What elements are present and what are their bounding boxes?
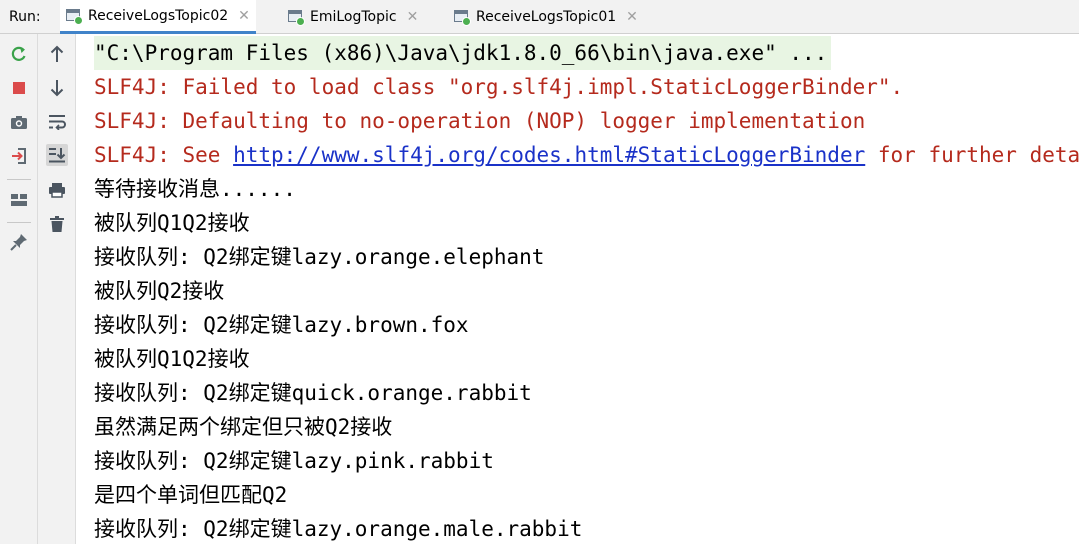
run-toolbar-secondary [38,34,76,544]
tab-receive-logs-topic02[interactable]: ReceiveLogsTopic02 ✕ [60,0,256,34]
console-output-line: 被队列Q1Q2接收 [94,211,250,235]
tab-receive-logs-topic01[interactable]: ReceiveLogsTopic01 ✕ [448,0,644,34]
console-output-line: 是四个单词但匹配Q2 [94,483,288,507]
run-toolbar-primary [0,34,38,544]
console-output-line: 接收队列: Q2绑定键lazy.orange.elephant [94,245,545,269]
console-output-line: 被队列Q2接收 [94,279,225,303]
arrow-down-icon[interactable] [46,77,68,99]
print-icon[interactable] [46,179,68,201]
close-icon[interactable]: ✕ [407,9,419,25]
arrow-up-icon[interactable] [46,43,68,65]
tab-label: ReceiveLogsTopic02 [88,7,229,24]
run-label: Run: [9,9,41,25]
application-icon [288,10,305,26]
error-suffix: for further details. [877,143,1079,167]
tab-label: EmiLogTopic [310,9,397,25]
login-icon[interactable] [8,145,30,167]
soft-wrap-icon[interactable] [46,111,68,133]
tab-label: ReceiveLogsTopic01 [476,9,617,25]
console-output-line: 等待接收消息...... [94,177,296,201]
console-error-line: SLF4J: See http://www.slf4j.org/codes.ht… [94,138,1079,172]
trash-icon[interactable] [46,213,68,235]
pin-icon[interactable] [8,231,30,253]
console-output[interactable]: "C:\Program Files (x86)\Java\jdk1.8.0_66… [76,34,1079,544]
rerun-icon[interactable] [8,43,30,65]
layout-icon[interactable] [8,189,30,211]
error-prefix: SLF4J: See [94,143,234,167]
run-tab-bar: Run: ReceiveLogsTopic02 ✕ EmiLogTopic ✕ … [0,0,1079,34]
application-icon [454,10,471,26]
console-output-line: 接收队列: Q2绑定键quick.orange.rabbit [94,381,532,405]
close-icon[interactable]: ✕ [238,8,250,24]
console-output-line: 被队列Q1Q2接收 [94,347,250,371]
slf4j-link[interactable]: http://www.slf4j.org/codes.html#StaticLo… [233,143,865,167]
console-output-line: 接收队列: Q2绑定键lazy.brown.fox [94,313,469,337]
scroll-to-end-icon[interactable] [46,144,68,166]
application-icon [66,8,83,25]
console-error-line: SLF4J: Defaulting to no-operation (NOP) … [94,109,866,133]
camera-icon[interactable] [8,111,30,133]
console-output-line: 接收队列: Q2绑定键lazy.pink.rabbit [94,449,494,473]
console-command-line: "C:\Program Files (x86)\Java\jdk1.8.0_66… [94,36,832,70]
console-error-line: SLF4J: Failed to load class "org.slf4j.i… [94,75,904,99]
stop-icon[interactable] [8,77,30,99]
console-output-line: 接收队列: Q2绑定键lazy.orange.male.rabbit [94,517,583,541]
tab-emi-log-topic[interactable]: EmiLogTopic ✕ [282,0,424,34]
console-output-line: 虽然满足两个绑定但只被Q2接收 [94,415,393,439]
close-icon[interactable]: ✕ [626,9,638,25]
